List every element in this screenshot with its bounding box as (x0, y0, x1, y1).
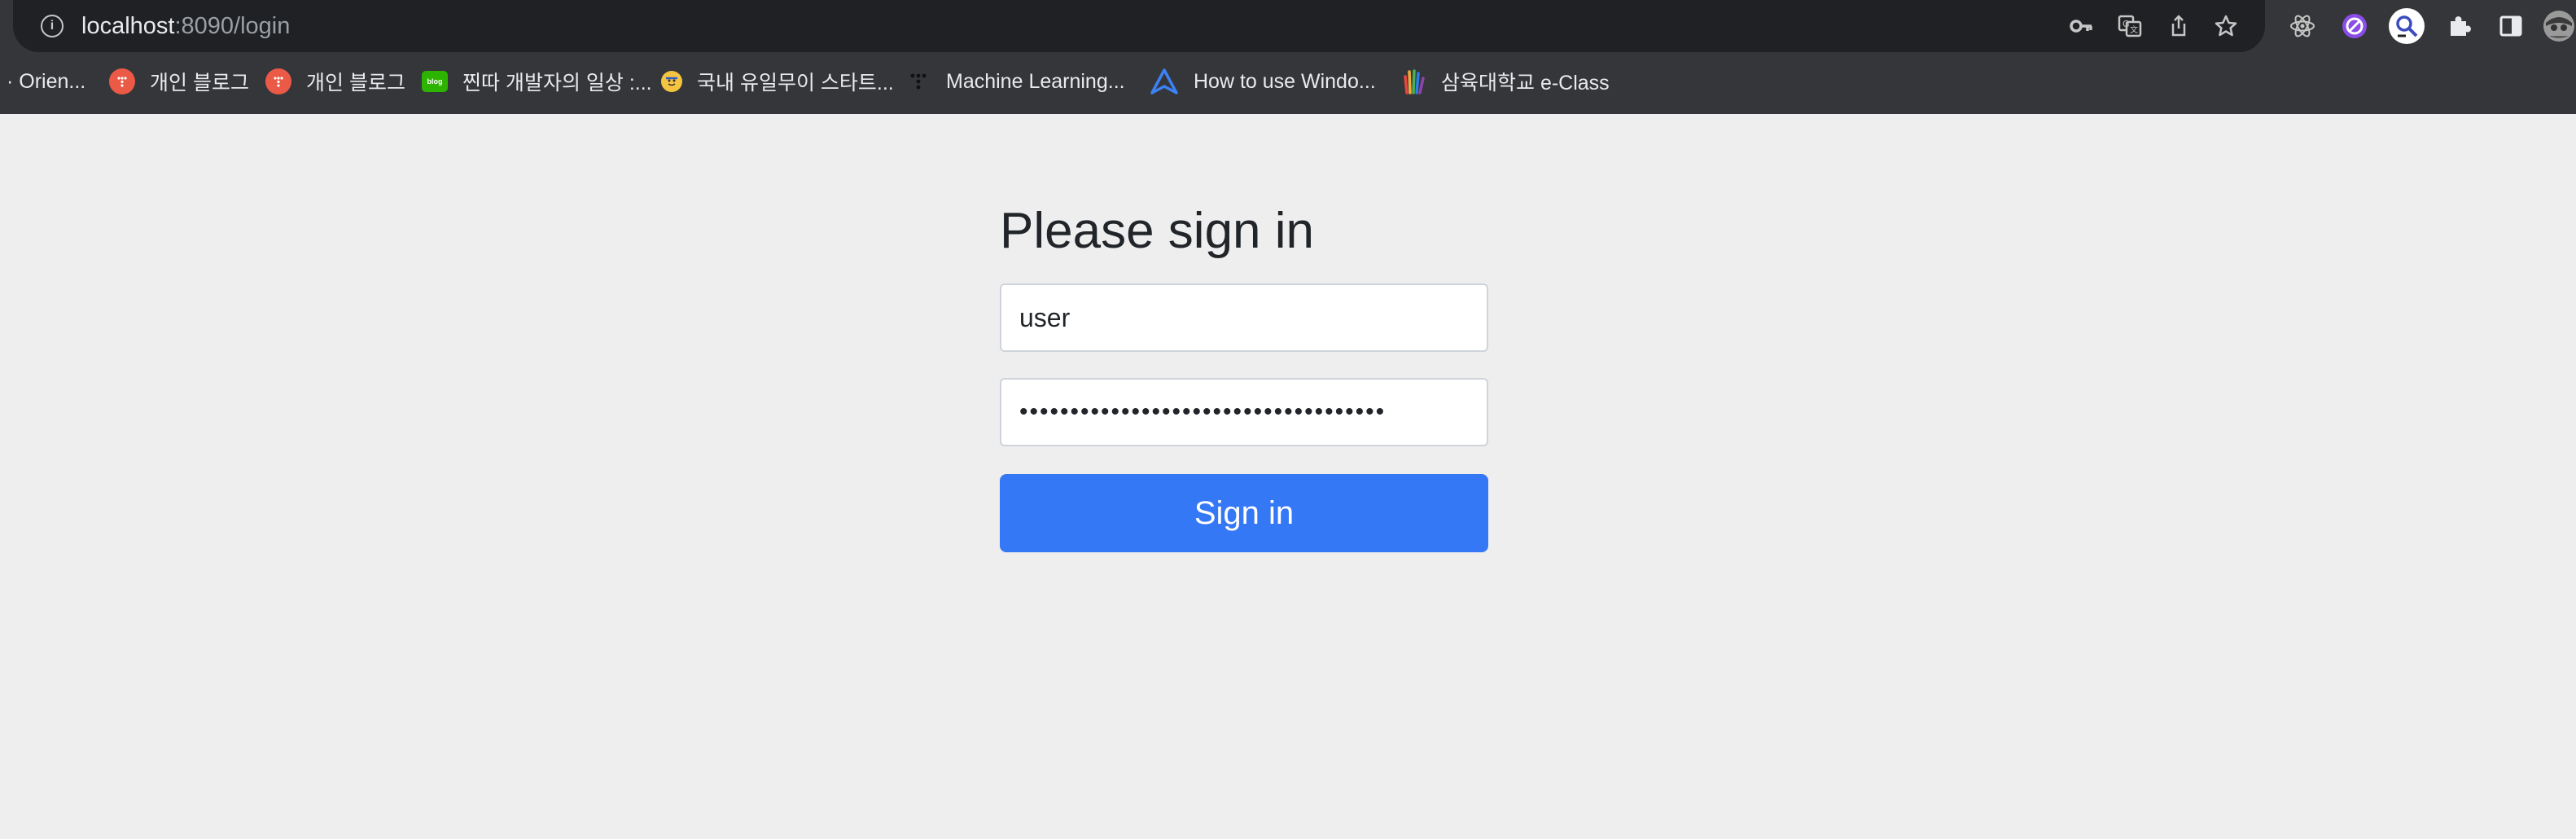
bookmark-item[interactable]: blog 찐따 개발자의 일상 :... (422, 64, 652, 99)
svg-text:G: G (2123, 19, 2130, 29)
sign-in-button[interactable]: Sign in (1000, 474, 1488, 552)
bookmark-item[interactable]: · Orien... (7, 64, 85, 99)
url-path: :8090/login (174, 13, 291, 39)
bookmark-label: How to use Windo... (1194, 69, 1376, 93)
bookmark-label: · Orien... (7, 69, 86, 93)
bookmark-star-icon[interactable] (2211, 11, 2241, 41)
login-page: Please sign in user ••••••••••••••••••••… (0, 114, 2576, 839)
bookmark-item[interactable]: Machine Learning... (905, 64, 1125, 99)
login-form: Please sign in user ••••••••••••••••••••… (1000, 202, 1488, 552)
blog-tistory-icon (109, 68, 135, 94)
side-panel-icon[interactable] (2495, 10, 2527, 42)
bookmark-item[interactable]: 국내 유일무이 스타트... (661, 64, 894, 99)
bookmark-item[interactable]: 개인 블로그 (265, 64, 405, 99)
url-text[interactable]: localhost:8090/login (81, 11, 290, 42)
translate-icon[interactable]: G文 (2115, 11, 2144, 41)
dots-grid-icon (905, 68, 931, 94)
bookmark-label: 삼육대학교 e-Class (1441, 72, 1610, 94)
react-devtools-icon[interactable] (2286, 10, 2319, 42)
triangle-logo-icon (1150, 68, 1179, 94)
search-extension-icon[interactable] (2389, 8, 2425, 44)
ad-block-icon[interactable] (2338, 10, 2371, 42)
naver-blog-icon: blog (422, 71, 448, 92)
bookmark-label: 개인 블로그 (150, 72, 249, 94)
bookmark-item[interactable]: How to use Windo... (1150, 64, 1376, 99)
bookmark-label: Machine Learning... (946, 69, 1125, 93)
address-bar[interactable]: i localhost:8090/login G文 (13, 0, 2265, 52)
bookmark-label: 개인 블로그 (306, 72, 405, 94)
toolbar: i localhost:8090/login G文 (0, 0, 2576, 54)
profile-avatar-icon[interactable] (2542, 10, 2576, 42)
bookmarks-bar: · Orien... 개인 블로그 개인 블로그 blog 찐따 개발자의 일상… (0, 64, 2576, 99)
browser-chrome: i localhost:8090/login G文 · Orien... 개인 … (0, 0, 2576, 114)
username-input[interactable]: user (1000, 283, 1488, 352)
emoji-face-icon (661, 71, 682, 92)
blog-tistory-icon (265, 68, 291, 94)
password-input[interactable]: •••••••••••••••••••••••••••••••••••• (1000, 378, 1488, 446)
bookmark-item[interactable]: 삼육대학교 e-Class (1400, 64, 1610, 99)
url-host: localhost (81, 13, 175, 39)
info-icon[interactable]: i (41, 15, 64, 37)
share-icon[interactable] (2164, 11, 2193, 41)
svg-text:文: 文 (2130, 24, 2138, 35)
bookmark-label: 국내 유일무이 스타트... (697, 72, 894, 94)
hand-logo-icon (1400, 68, 1426, 94)
bookmark-label: 찐따 개발자의 일상 :... (462, 72, 652, 94)
key-icon[interactable] (2066, 11, 2096, 41)
page-title: Please sign in (1000, 203, 1315, 259)
extensions-puzzle-icon[interactable] (2442, 10, 2475, 42)
bookmark-item[interactable]: 개인 블로그 (109, 64, 249, 99)
